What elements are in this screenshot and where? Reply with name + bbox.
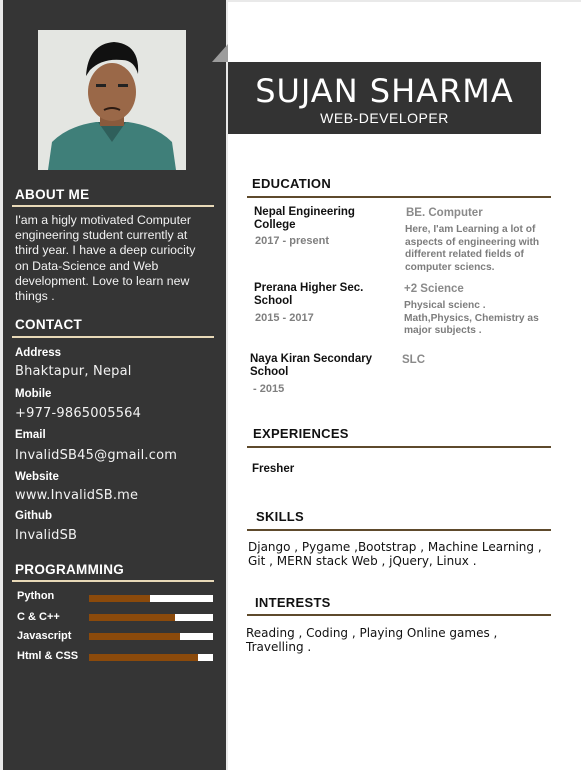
programming-title: PROGRAMMING: [15, 562, 125, 577]
address-label: Address: [15, 347, 62, 359]
education-period: 2017 - present: [255, 235, 329, 247]
mobile-label: Mobile: [15, 388, 52, 400]
experiences-title: EXPERIENCES: [253, 426, 349, 441]
about-text: I'am a higly motivated Computer engineer…: [15, 213, 196, 304]
resume-page: ABOUT ME I'am a higly motivated Computer…: [0, 0, 581, 770]
about-title: ABOUT ME: [15, 187, 90, 202]
skills-title: SKILLS: [256, 509, 305, 524]
skill-label: Html & CSS: [17, 650, 79, 662]
skill-bar-fill: [89, 633, 180, 640]
about-divider: [12, 205, 214, 207]
skill-bar: [89, 595, 213, 602]
contact-title: CONTACT: [15, 317, 83, 332]
education-institution: Naya Kiran Secondary School: [250, 353, 373, 378]
address-value: Bhaktapur, Nepal: [15, 364, 132, 379]
email-label: Email: [15, 429, 46, 441]
experiences-text: Fresher: [252, 463, 295, 475]
education-description: Physical scienc . Math,Physics, Chemistr…: [404, 300, 539, 337]
interests-divider: [247, 614, 551, 616]
education-institution: Prerana Higher Sec. School: [254, 282, 364, 307]
education-degree: +2 Science: [404, 283, 464, 295]
education-institution: Nepal Engineering College: [254, 206, 355, 231]
education-period: 2015 - 2017: [255, 312, 314, 324]
skills-divider: [247, 529, 551, 531]
full-name: SUJAN SHARMA: [255, 72, 514, 110]
skill-label: Python: [17, 590, 55, 602]
github-value[interactable]: InvalidSB: [15, 528, 77, 543]
website-link[interactable]: www.InvalidSB.me: [15, 488, 138, 503]
education-degree: BE. Computer: [406, 207, 483, 219]
skill-bar: [89, 633, 213, 640]
website-label: Website: [15, 471, 59, 483]
email-value[interactable]: InvalidSB45@gmail.com: [15, 448, 177, 463]
experiences-divider: [247, 446, 551, 448]
skills-text: Django , Pygame ,Bootstrap , Machine Lea…: [248, 540, 542, 568]
interests-title: INTERESTS: [255, 595, 331, 610]
github-label: Github: [15, 510, 53, 522]
skill-bar: [89, 654, 213, 661]
skill-bar-fill: [89, 654, 199, 661]
name-banner-fold: [212, 44, 228, 62]
job-role: WEB-DEVELOPER: [320, 110, 449, 126]
education-period: - 2015: [253, 383, 285, 395]
skill-bar: [89, 614, 213, 621]
profile-photo: [38, 30, 186, 170]
mobile-value: +977-9865005564: [15, 406, 142, 421]
interests-text: Reading , Coding , Playing Online games …: [246, 626, 498, 654]
programming-divider: [12, 580, 214, 582]
skill-label: C & C++: [17, 611, 60, 623]
education-divider: [247, 196, 551, 198]
skill-label: Javascript: [17, 630, 72, 642]
contact-divider: [12, 336, 214, 338]
skill-bar-fill: [89, 614, 175, 621]
name-banner: SUJAN SHARMA WEB-DEVELOPER: [228, 62, 541, 134]
education-title: EDUCATION: [252, 176, 332, 191]
education-description: Here, I'am Learning a lot of aspects of …: [405, 224, 540, 273]
skill-bar-fill: [89, 595, 150, 602]
education-degree: SLC: [402, 354, 425, 366]
